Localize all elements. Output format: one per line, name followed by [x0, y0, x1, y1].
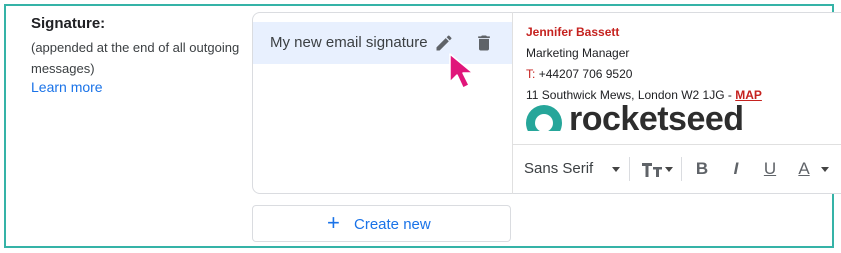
- rocketseed-logo: rocketseed: [526, 103, 826, 131]
- learn-more-link[interactable]: Learn more: [31, 79, 103, 95]
- preview-address: 11 Southwick Mews, London W2 1JG -: [526, 88, 732, 102]
- logo-text: rocketseed: [569, 103, 744, 131]
- text-color-icon[interactable]: A: [793, 157, 815, 181]
- preview-name: Jennifer Bassett: [526, 25, 620, 39]
- font-size-icon[interactable]: [639, 157, 665, 181]
- signature-description: (appended at the end of all outgoing mes…: [31, 40, 240, 76]
- underline-icon[interactable]: U: [759, 157, 781, 181]
- rocketseed-logo-mark: [526, 105, 562, 131]
- signature-name: My new email signature: [270, 34, 428, 51]
- italic-icon[interactable]: I: [725, 157, 747, 181]
- toolbar-separator: [629, 157, 630, 181]
- preview-map-link[interactable]: MAP: [735, 88, 762, 102]
- plus-icon: +: [327, 210, 340, 235]
- create-new-button[interactable]: + Create new: [252, 205, 511, 242]
- signature-preview[interactable]: Jennifer Bassett Marketing Manager T: +4…: [526, 22, 762, 106]
- pencil-icon[interactable]: [434, 33, 454, 53]
- preview-title: Marketing Manager: [526, 46, 630, 60]
- signature-heading: Signature:: [31, 15, 106, 32]
- font-size-caret-icon[interactable]: [665, 167, 673, 172]
- mouse-cursor-icon: [448, 52, 478, 90]
- text-color-caret-icon[interactable]: [821, 167, 829, 172]
- formatting-toolbar: Sans Serif B I U A: [513, 145, 841, 193]
- font-family-select[interactable]: Sans Serif: [524, 160, 593, 177]
- toolbar-separator: [681, 157, 682, 181]
- bold-icon[interactable]: B: [691, 157, 713, 181]
- trash-icon[interactable]: [474, 32, 494, 54]
- preview-phone-prefix: T:: [526, 67, 536, 81]
- preview-phone: +44207 706 9520: [538, 67, 633, 81]
- font-dropdown-caret-icon[interactable]: [612, 167, 620, 172]
- create-new-label: Create new: [354, 216, 431, 233]
